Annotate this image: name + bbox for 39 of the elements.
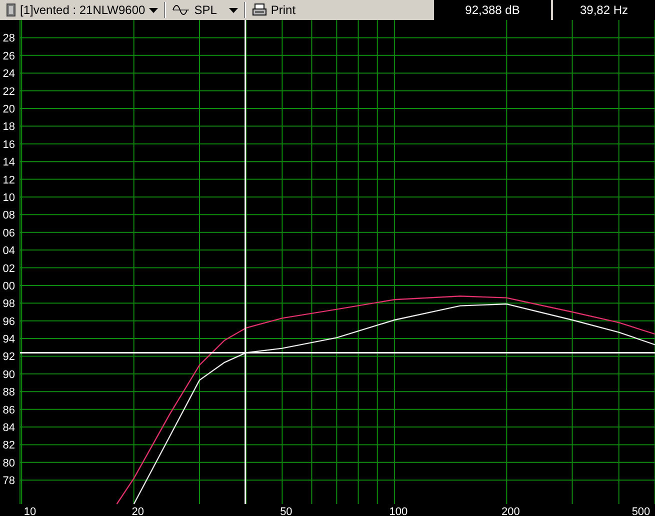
wave-icon bbox=[172, 4, 190, 16]
y-tick-label: 86 bbox=[2, 404, 15, 416]
y-tick-label: 14 bbox=[2, 156, 15, 169]
caret-icon bbox=[149, 8, 158, 12]
y-tick-label: 80 bbox=[2, 457, 15, 470]
y-tick-label: 94 bbox=[2, 334, 15, 346]
y-tick-label: 20 bbox=[2, 103, 15, 116]
y-tick-label: 84 bbox=[2, 422, 15, 434]
y-tick-label: 90 bbox=[2, 368, 15, 381]
x-tick-label: 500 bbox=[632, 506, 650, 516]
document-icon bbox=[6, 3, 16, 17]
y-tick-label: 22 bbox=[2, 86, 15, 98]
y-tick-label: 92 bbox=[2, 351, 15, 364]
y-tick-label: 02 bbox=[2, 262, 15, 275]
y-tick-label: 26 bbox=[2, 50, 15, 62]
y-tick-label: 82 bbox=[2, 440, 15, 452]
x-tick-label: 200 bbox=[501, 506, 520, 516]
y-tick-label: 04 bbox=[2, 245, 15, 258]
y-tick-label: 24 bbox=[2, 68, 15, 80]
y-tick-label: 88 bbox=[2, 386, 15, 399]
y-tick-label: 98 bbox=[2, 298, 15, 310]
x-tick-label: 50 bbox=[280, 506, 292, 516]
y-tick-label: 10 bbox=[2, 192, 15, 204]
y-tick-label: 08 bbox=[2, 210, 15, 222]
readout-display: 92,388 dB bbox=[434, 0, 551, 20]
x-tick-label: 20 bbox=[132, 506, 144, 516]
readout-display: 39,82 Hz bbox=[553, 0, 655, 20]
y-tick-label: 18 bbox=[2, 121, 15, 134]
y-tick-label: 16 bbox=[2, 138, 15, 151]
y-tick-label: 12 bbox=[2, 174, 15, 186]
y-tick-label: 28 bbox=[2, 32, 15, 45]
y-tick-label: 06 bbox=[2, 227, 15, 240]
x-tick-label: 10 bbox=[24, 506, 36, 516]
printer-icon bbox=[252, 3, 267, 17]
y-tick-label: 96 bbox=[2, 316, 15, 328]
y-tick-label: 78 bbox=[2, 475, 15, 488]
x-tick-label: 100 bbox=[389, 506, 408, 516]
caret-icon bbox=[228, 8, 238, 12]
y-tick-label: 00 bbox=[2, 280, 15, 292]
